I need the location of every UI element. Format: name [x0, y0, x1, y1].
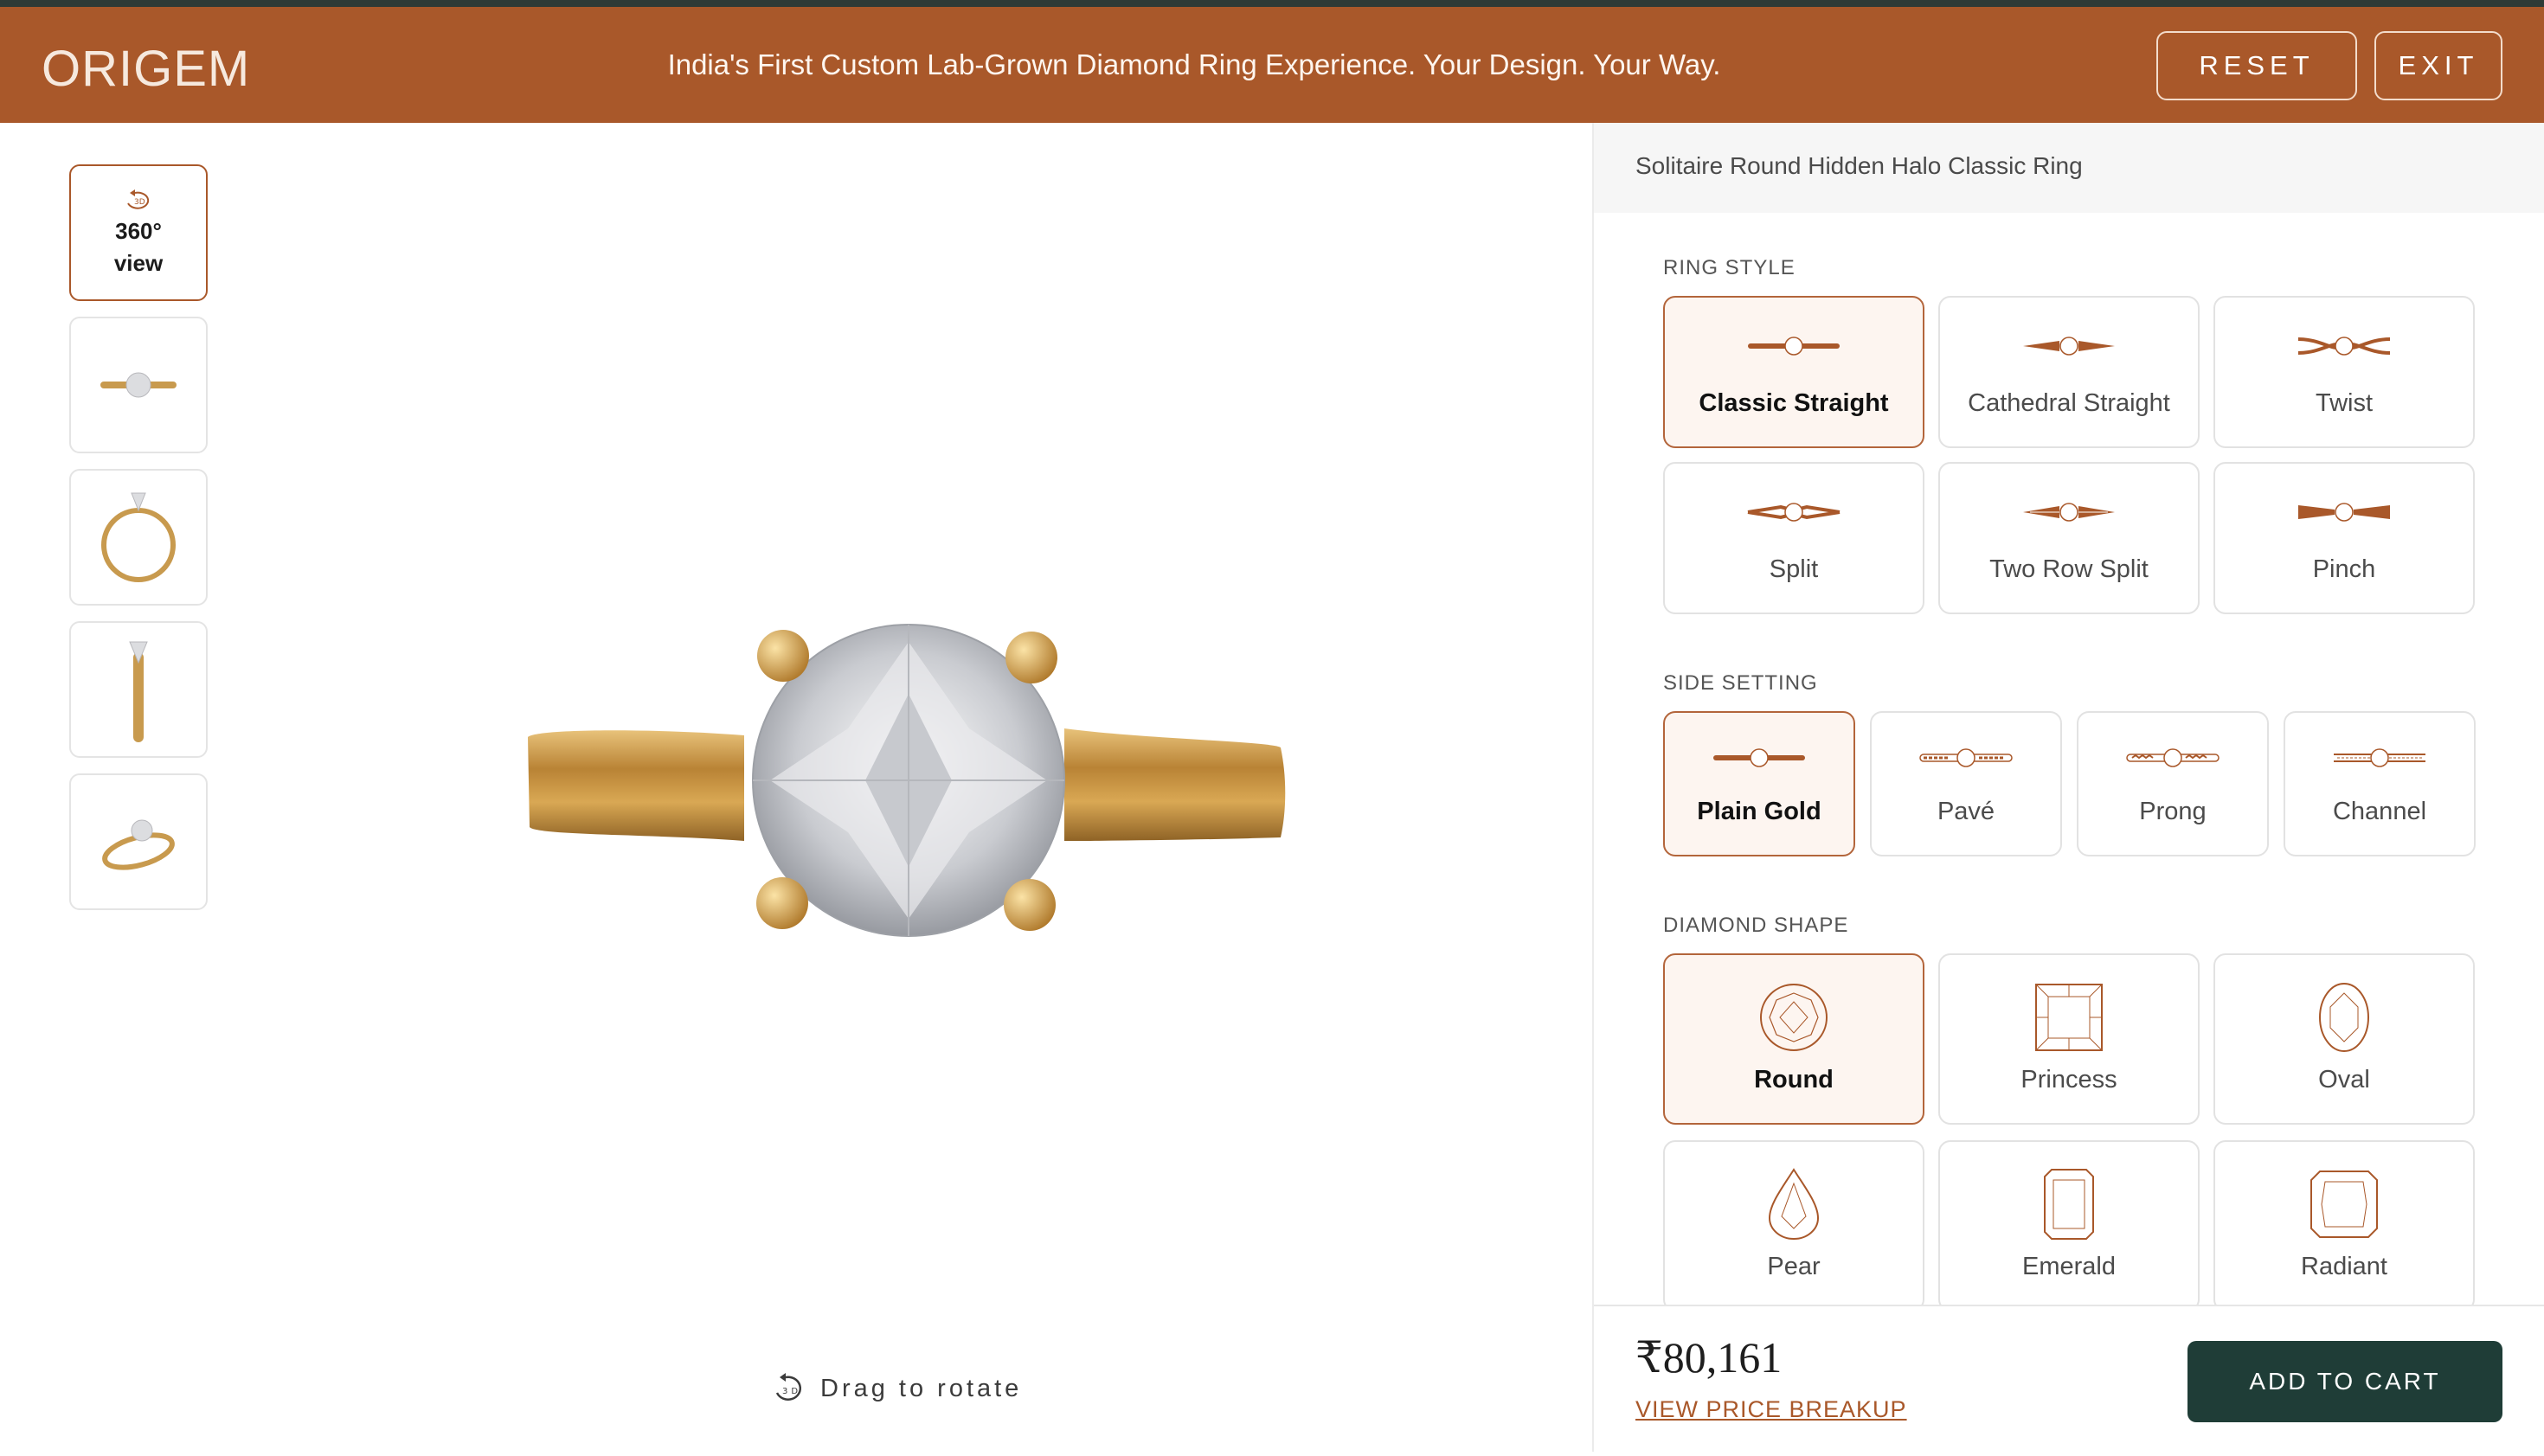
option-label: Split: [1769, 555, 1819, 583]
panel-divider: [1592, 123, 1594, 1452]
thumb-360-sublabel: view: [113, 250, 164, 276]
ring-style-twist[interactable]: Twist: [2213, 296, 2475, 448]
shape-emerald[interactable]: Emerald: [1938, 1140, 2200, 1312]
option-label: Prong: [2139, 798, 2207, 825]
twist-icon: [2297, 337, 2391, 356]
option-label: Twist: [2315, 389, 2374, 417]
header-tagline: India's First Custom Lab-Grown Diamond R…: [667, 48, 1721, 80]
rotate-3d-icon: 3D: [775, 1373, 802, 1401]
ring-3d-viewer[interactable]: [208, 123, 1592, 1452]
option-label: Pear: [1767, 1253, 1821, 1280]
oval-diamond-icon: [2319, 983, 2369, 1052]
ring-angle-image: [102, 819, 175, 870]
svg-text:3D: 3D: [134, 198, 145, 207]
side-setting-prong[interactable]: Prong: [2077, 711, 2269, 856]
option-label: Plain Gold: [1697, 798, 1821, 825]
option-label: Channel: [2332, 798, 2427, 825]
rotate-3d-icon: 3D: [127, 189, 150, 209]
ring-side-image: [101, 492, 176, 582]
drag-hint-text: Drag to rotate: [820, 1374, 1023, 1402]
radiant-diamond-icon: [2310, 1171, 2378, 1238]
side-setting-label: SIDE SETTING: [1663, 671, 1818, 695]
product-title-bar: Solitaire Round Hidden Halo Classic Ring: [1594, 123, 2544, 213]
shape-radiant[interactable]: Radiant: [2213, 1140, 2475, 1312]
add-to-cart-button[interactable]: ADD TO CART: [2187, 1341, 2502, 1422]
two-row-split-icon: [2023, 503, 2115, 522]
ring-style-two-row-split[interactable]: Two Row Split: [1938, 462, 2200, 614]
option-label: Emerald: [2022, 1253, 2116, 1280]
diamond-shape-label: DIAMOND SHAPE: [1663, 914, 1849, 937]
option-label: Classic Straight: [1699, 389, 1889, 417]
view-price-breakup-link[interactable]: VIEW PRICE BREAKUP: [1635, 1396, 1907, 1423]
thumb-top-view[interactable]: [69, 317, 208, 453]
option-label: Round: [1754, 1066, 1834, 1094]
plain-gold-icon: [1713, 748, 1805, 767]
reset-button[interactable]: RESET: [2156, 31, 2357, 100]
pinch-icon: [2298, 503, 2390, 522]
side-setting-channel[interactable]: Channel: [2284, 711, 2476, 856]
option-label: Pavé: [1937, 798, 1995, 825]
exit-button[interactable]: EXIT: [2374, 31, 2502, 100]
shape-princess[interactable]: Princess: [1938, 953, 2200, 1125]
shape-oval[interactable]: Oval: [2213, 953, 2475, 1125]
ring-style-pinch[interactable]: Pinch: [2213, 462, 2475, 614]
thumb-angle-view[interactable]: [69, 773, 208, 910]
shape-round[interactable]: Round: [1663, 953, 1924, 1125]
prong-icon: [2126, 748, 2220, 767]
option-label: Princess: [2020, 1066, 2117, 1094]
ring-profile-image: [129, 641, 148, 742]
price-footer: ₹80,161 VIEW PRICE BREAKUP ADD TO CART: [1594, 1306, 2544, 1452]
split-icon: [1747, 503, 1841, 522]
header-bar: ORIGEM India's First Custom Lab-Grown Di…: [0, 7, 2544, 123]
option-label: Oval: [2318, 1066, 2370, 1094]
svg-text:3D: 3D: [782, 1387, 801, 1396]
princess-diamond-icon: [2035, 984, 2103, 1051]
classic-straight-icon: [1748, 337, 1840, 356]
cathedral-straight-icon: [2023, 337, 2115, 356]
thumb-profile-view[interactable]: [69, 621, 208, 758]
thumb-side-view[interactable]: [69, 469, 208, 606]
ring-style-cathedral-straight[interactable]: Cathedral Straight: [1938, 296, 2200, 448]
option-label: Cathedral Straight: [1968, 389, 2170, 417]
thumb-360-view[interactable]: 3D 360° view: [69, 164, 208, 301]
shape-pear[interactable]: Pear: [1663, 1140, 1924, 1312]
price-value: ₹80,161: [1635, 1333, 1783, 1382]
product-title: Solitaire Round Hidden Halo Classic Ring: [1635, 152, 2083, 179]
emerald-diamond-icon: [2044, 1169, 2094, 1240]
ring-style-label: RING STYLE: [1663, 256, 1796, 279]
ring-style-classic-straight[interactable]: Classic Straight: [1663, 296, 1924, 448]
drag-hint: 3D Drag to rotate: [770, 1370, 1022, 1407]
side-setting-plain-gold[interactable]: Plain Gold: [1663, 711, 1855, 856]
top-accent-line: [0, 0, 2544, 7]
side-setting-pave[interactable]: Pavé: [1870, 711, 2062, 856]
pear-diamond-icon: [1768, 1168, 1820, 1240]
option-label: Two Row Split: [1989, 555, 2149, 583]
option-label: Pinch: [2312, 555, 2376, 583]
ring-render-image: [528, 624, 1286, 937]
thumb-360-label: 360°: [115, 218, 162, 244]
ring-top-image: [100, 372, 177, 398]
channel-icon: [2334, 748, 2425, 767]
ring-style-split[interactable]: Split: [1663, 462, 1924, 614]
round-diamond-icon: [1760, 984, 1828, 1051]
option-label: Radiant: [2301, 1253, 2387, 1280]
pave-icon: [1919, 748, 2013, 767]
